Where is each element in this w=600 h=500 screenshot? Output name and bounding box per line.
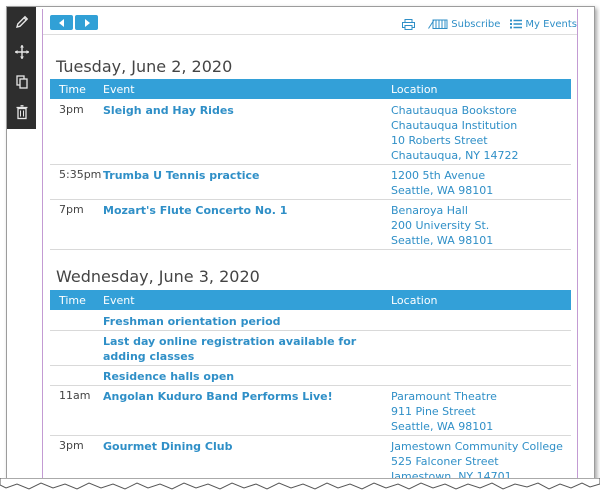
location-line: Paramount Theatre	[391, 390, 497, 403]
subscribe-icon	[428, 19, 448, 29]
table-row: 5:35pm Trumba U Tennis practice 1200 5th…	[50, 164, 571, 200]
calendar-frame: Subscribe My Events Tuesday, June 2, 202…	[6, 6, 595, 486]
event-time: 3pm	[59, 103, 84, 116]
copy-icon[interactable]	[11, 71, 33, 93]
trash-icon[interactable]	[11, 101, 33, 123]
location-line: Seattle, WA 98101	[391, 420, 494, 433]
event-link[interactable]: Trumba U Tennis practice	[103, 168, 383, 183]
day-title: Tuesday, June 2, 2020	[56, 57, 233, 76]
event-location[interactable]: 1200 5th Avenue Seattle, WA 98101	[391, 168, 493, 198]
calendar-links: Subscribe My Events	[392, 17, 577, 31]
table-header: Time Event Location	[50, 79, 571, 99]
pencil-icon[interactable]	[11, 11, 33, 33]
next-button[interactable]	[75, 15, 98, 30]
my-events-link[interactable]: My Events	[510, 19, 577, 30]
location-line: 525 Falconer Street	[391, 455, 499, 468]
printer-icon	[402, 18, 416, 30]
edit-toolbar	[7, 7, 36, 129]
location-line: Chautauqua Bookstore	[391, 104, 517, 117]
move-icon[interactable]	[11, 41, 33, 63]
event-time: 3pm	[59, 439, 84, 452]
calendar-topbar: Subscribe My Events	[43, 9, 577, 35]
table-header: Time Event Location	[50, 290, 571, 310]
location-line: Seattle, WA 98101	[391, 234, 494, 247]
event-location[interactable]: Benaroya Hall 200 University St. Seattle…	[391, 203, 493, 248]
calendar-panel: Subscribe My Events Tuesday, June 2, 202…	[42, 9, 578, 485]
header-location: Location	[391, 294, 438, 307]
header-location: Location	[391, 83, 438, 96]
event-location[interactable]: Chautauqua Bookstore Chautauqua Institut…	[391, 103, 519, 163]
event-time: 11am	[59, 389, 91, 402]
event-link[interactable]: Residence halls open	[103, 369, 383, 384]
table-row: Residence halls open	[50, 365, 571, 386]
header-time: Time	[59, 294, 86, 307]
event-time: 5:35pm	[59, 168, 102, 181]
location-line: 10 Roberts Street	[391, 134, 488, 147]
my-events-label: My Events	[525, 18, 577, 30]
print-link[interactable]	[402, 18, 418, 30]
event-location[interactable]: Paramount Theatre 911 Pine Street Seattl…	[391, 389, 497, 434]
location-line: Chautauqua, NY 14722	[391, 149, 519, 162]
location-line: Chautauqua Institution	[391, 119, 518, 132]
location-line: 911 Pine Street	[391, 405, 476, 418]
location-line: Seattle, WA 98101	[391, 184, 494, 197]
subscribe-label: Subscribe	[451, 18, 501, 30]
triangle-left-icon	[58, 18, 64, 27]
table-row: 3pm Sleigh and Hay Rides Chautauqua Book…	[50, 99, 571, 165]
location-line: Benaroya Hall	[391, 204, 468, 217]
event-link[interactable]: Mozart's Flute Concerto No. 1	[103, 203, 383, 218]
location-line: 200 University St.	[391, 219, 490, 232]
header-event: Event	[103, 294, 135, 307]
triangle-right-icon	[84, 18, 90, 27]
torn-edge	[0, 478, 600, 500]
location-line: 1200 5th Avenue	[391, 169, 486, 182]
event-link[interactable]: Freshman orientation period	[103, 314, 383, 329]
event-time: 7pm	[59, 203, 84, 216]
table-row: Freshman orientation period	[50, 310, 571, 331]
table-row: 7pm Mozart's Flute Concerto No. 1 Benaro…	[50, 199, 571, 250]
event-link[interactable]: Sleigh and Hay Rides	[103, 103, 383, 118]
table-row: Last day online registration available f…	[50, 330, 571, 366]
location-line: Jamestown Community College	[391, 440, 563, 453]
list-icon	[510, 19, 523, 29]
event-link[interactable]: Last day online registration available f…	[103, 334, 383, 364]
day-title: Wednesday, June 3, 2020	[56, 267, 260, 286]
prev-button[interactable]	[50, 15, 73, 30]
event-link[interactable]: Gourmet Dining Club	[103, 439, 383, 454]
header-event: Event	[103, 83, 135, 96]
table-row: 11am Angolan Kuduro Band Performs Live! …	[50, 385, 571, 436]
header-time: Time	[59, 83, 86, 96]
event-link[interactable]: Angolan Kuduro Band Performs Live!	[103, 389, 383, 404]
subscribe-link[interactable]: Subscribe	[428, 19, 500, 30]
